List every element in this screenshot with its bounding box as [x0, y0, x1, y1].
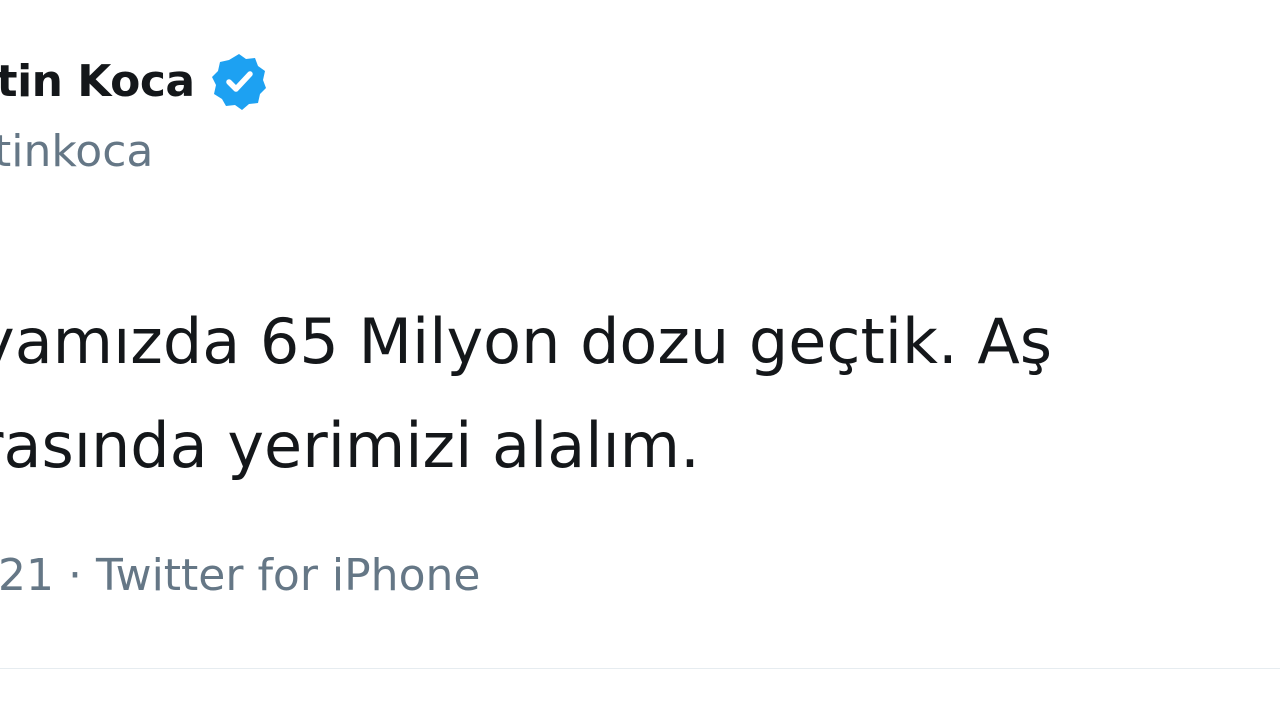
tweet-text: yamızda 65 Milyon dozu geçtik. Aş rasınd… [0, 290, 1280, 498]
tweet-text-line: yamızda 65 Milyon dozu geçtik. Aş [0, 305, 1053, 378]
verified-badge-icon [209, 51, 269, 111]
tweet-text-line: rasında yerimizi alalım. [0, 409, 700, 482]
tweet-source[interactable]: Twitter for iPhone [96, 550, 480, 601]
divider [0, 668, 1280, 669]
tweet-date[interactable]: 021 [0, 550, 54, 601]
tweet-meta: 021 · Twitter for iPhone [0, 550, 480, 601]
author-display-name[interactable]: ttin Koca [0, 56, 195, 107]
author-row: ttin Koca [0, 48, 269, 114]
tweet-card: ttin Koca tinkoca yamızda 65 Milyon dozu… [0, 0, 1280, 720]
author-handle[interactable]: tinkoca [0, 126, 153, 177]
meta-separator: · [67, 550, 82, 601]
